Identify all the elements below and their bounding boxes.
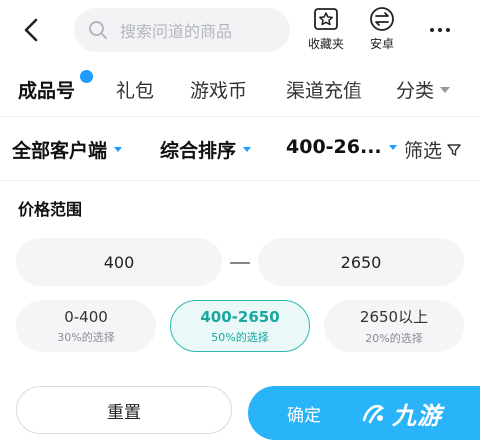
caret-down-icon bbox=[440, 86, 451, 93]
more-dot-icon bbox=[446, 28, 450, 32]
favorites-button[interactable]: 收藏夹 bbox=[302, 6, 350, 56]
range-option-label: 2650以上 bbox=[359, 308, 429, 326]
range-option-label: 0-400 bbox=[64, 307, 108, 326]
range-option-0-400[interactable]: 0-400 30%的选择 bbox=[16, 300, 156, 352]
reset-button[interactable]: 重置 bbox=[16, 386, 232, 434]
max-price-input[interactable]: 2650 bbox=[258, 238, 464, 286]
client-filter[interactable]: 全部客户端 bbox=[12, 136, 123, 163]
caret-down-icon bbox=[114, 147, 123, 152]
swap-icon bbox=[370, 7, 394, 31]
range-option-label: 400-2650 bbox=[200, 307, 280, 326]
search-icon bbox=[89, 21, 107, 39]
search-input[interactable]: 搜索问道的商品 bbox=[74, 8, 290, 52]
range-option-2650-plus[interactable]: 2650以上 20%的选择 bbox=[324, 300, 464, 352]
tab-category-label: 分类 bbox=[396, 80, 435, 102]
tab-game-currency[interactable]: 游戏币 bbox=[190, 76, 247, 103]
client-filter-label: 全部客户端 bbox=[12, 140, 108, 162]
chevron-left-icon bbox=[24, 18, 38, 42]
filter-icon bbox=[447, 143, 461, 156]
more-dot-icon bbox=[438, 28, 442, 32]
sort-filter[interactable]: 综合排序 bbox=[160, 136, 252, 163]
caret-down-icon bbox=[243, 147, 252, 152]
range-dash bbox=[230, 262, 250, 264]
search-placeholder: 搜索问道的商品 bbox=[120, 22, 233, 41]
sort-filter-label: 综合排序 bbox=[160, 140, 237, 162]
tab-indicator-dot bbox=[80, 70, 93, 83]
back-button[interactable] bbox=[18, 14, 46, 46]
tab-finished-account[interactable]: 成品号 bbox=[18, 76, 75, 103]
confirm-label: 确定 bbox=[287, 405, 321, 426]
tab-gift-pack[interactable]: 礼包 bbox=[116, 76, 154, 103]
tabs-fade-overlay bbox=[350, 62, 390, 116]
caret-down-icon bbox=[388, 144, 397, 150]
price-filter-label: 400-26... bbox=[286, 136, 382, 158]
screen-filter-label: 筛选 bbox=[404, 140, 443, 162]
range-option-share: 50%的选择 bbox=[211, 330, 269, 344]
tab-category[interactable]: 分类 bbox=[396, 76, 451, 103]
divider bbox=[0, 180, 480, 181]
favorites-label: 收藏夹 bbox=[307, 37, 344, 51]
divider bbox=[0, 116, 480, 117]
category-tabs: 成品号 礼包 游戏币 渠道充值 分类 bbox=[0, 62, 480, 116]
more-dot-icon bbox=[430, 28, 434, 32]
watermark-logo: 九游 bbox=[360, 390, 478, 436]
price-range-title: 价格范围 bbox=[18, 200, 83, 219]
range-option-share: 20%的选择 bbox=[365, 332, 423, 345]
range-option-share: 30%的选择 bbox=[57, 330, 115, 344]
price-filter[interactable]: 400-26... bbox=[286, 136, 397, 158]
top-bar: 搜索问道的商品 收藏夹 安卓 bbox=[0, 0, 480, 60]
min-price-input[interactable]: 400 bbox=[16, 238, 222, 286]
android-label: 安卓 bbox=[369, 37, 394, 51]
android-switch-button[interactable]: 安卓 bbox=[358, 6, 406, 56]
watermark-text: 九游 bbox=[392, 400, 442, 430]
screen-filter[interactable]: 筛选 bbox=[404, 136, 462, 163]
filter-bar: 全部客户端 综合排序 400-26... 筛选 bbox=[0, 118, 480, 180]
jiuyou-logo-icon bbox=[362, 404, 385, 424]
more-menu-button[interactable] bbox=[420, 16, 460, 44]
star-folder-icon bbox=[314, 8, 338, 30]
range-option-400-2650[interactable]: 400-2650 50%的选择 bbox=[170, 300, 310, 352]
